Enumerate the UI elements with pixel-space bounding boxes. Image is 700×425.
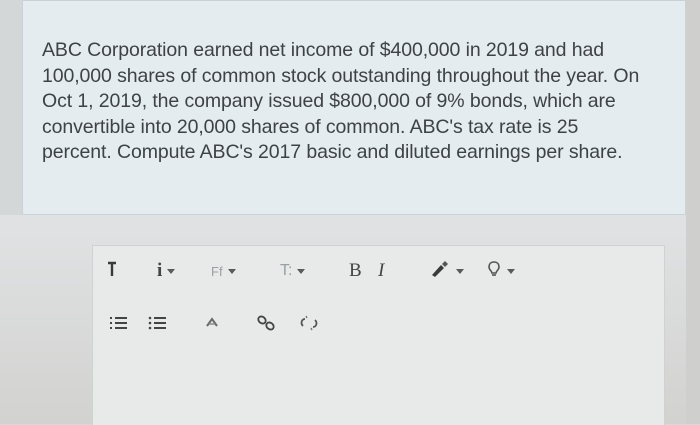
highlight-dropdown[interactable]	[486, 256, 515, 286]
paragraph-format-button[interactable]	[105, 256, 119, 286]
info-icon: i	[157, 260, 163, 281]
insert-link-button[interactable]	[255, 310, 277, 340]
info-dropdown-button[interactable]: i	[157, 256, 176, 286]
unordered-list-icon	[148, 314, 168, 337]
bold-icon: B	[349, 260, 362, 281]
unordered-list-button[interactable]	[148, 310, 168, 340]
paragraph-format-icon	[105, 259, 119, 284]
special-characters-icon	[205, 315, 219, 335]
unlink-button[interactable]	[298, 310, 320, 340]
screen: ABC Corporation earned net income of $40…	[0, 0, 700, 425]
highlight-icon	[486, 260, 502, 283]
chevron-down-icon	[227, 268, 236, 274]
right-edge-shadow	[686, 0, 700, 424]
chevron-down-icon	[456, 268, 464, 274]
question-text: ABC Corporation earned net income of $40…	[42, 39, 640, 163]
special-characters-button[interactable]	[205, 310, 219, 340]
font-family-icon: Ff	[211, 263, 223, 279]
left-sidebar-edge	[0, 0, 22, 215]
italic-icon: I	[378, 260, 385, 281]
answer-editor[interactable]: i Ff T: B I	[92, 245, 665, 425]
unlink-icon	[298, 313, 320, 338]
font-size-dropdown[interactable]: T:	[280, 256, 306, 286]
font-family-dropdown[interactable]: Ff	[211, 256, 236, 286]
chevron-down-icon	[297, 268, 306, 274]
ordered-list-icon	[109, 314, 129, 337]
text-color-icon	[429, 260, 451, 283]
editor-toolbar-row-1: i Ff T: B I	[93, 256, 664, 286]
ordered-list-button[interactable]	[109, 310, 129, 340]
chevron-down-icon	[167, 268, 176, 274]
chevron-down-icon	[507, 268, 515, 274]
bold-button[interactable]: B	[349, 256, 362, 286]
font-size-icon: T:	[280, 262, 293, 279]
italic-button[interactable]: I	[378, 256, 384, 286]
text-color-dropdown[interactable]	[429, 256, 464, 286]
link-icon	[255, 313, 277, 338]
editor-toolbar-row-2	[93, 310, 664, 340]
